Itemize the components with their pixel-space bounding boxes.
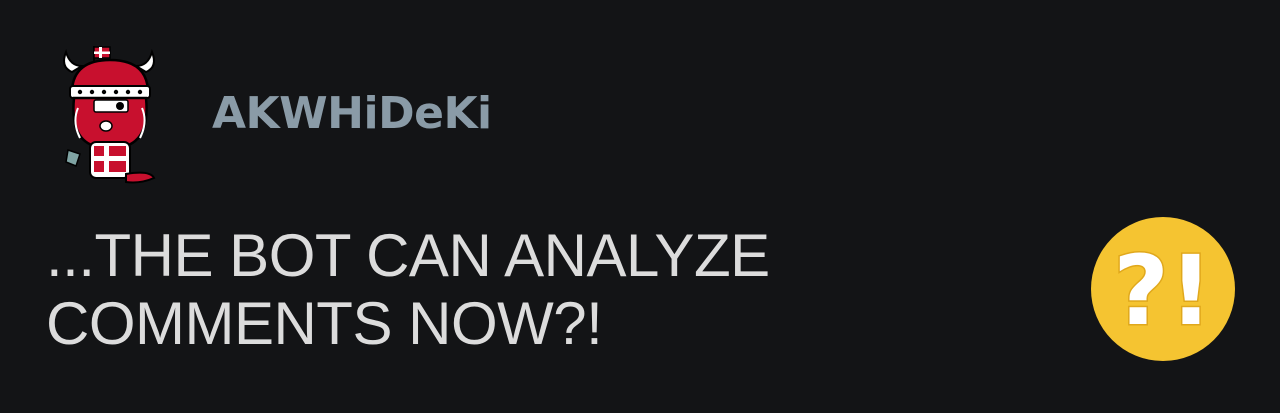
interrobang-emoji-icon: ?! bbox=[1091, 217, 1235, 361]
comment-text-line-1: ...THE BOT CAN ANALYZE bbox=[46, 222, 770, 289]
comment-card: AKWHiDeKi ...THE BOT CAN ANALYZE COMMENTS… bbox=[0, 0, 1280, 413]
svg-text:?!: ?! bbox=[1113, 235, 1212, 347]
viking-mascot-icon bbox=[63, 46, 156, 184]
comment-text-line-2: COMMENTS NOW?! bbox=[46, 290, 603, 357]
comment-text: ...THE BOT CAN ANALYZE COMMENTS NOW?! bbox=[46, 222, 1026, 358]
comment-author[interactable]: AKWHiDeKi bbox=[212, 84, 492, 144]
